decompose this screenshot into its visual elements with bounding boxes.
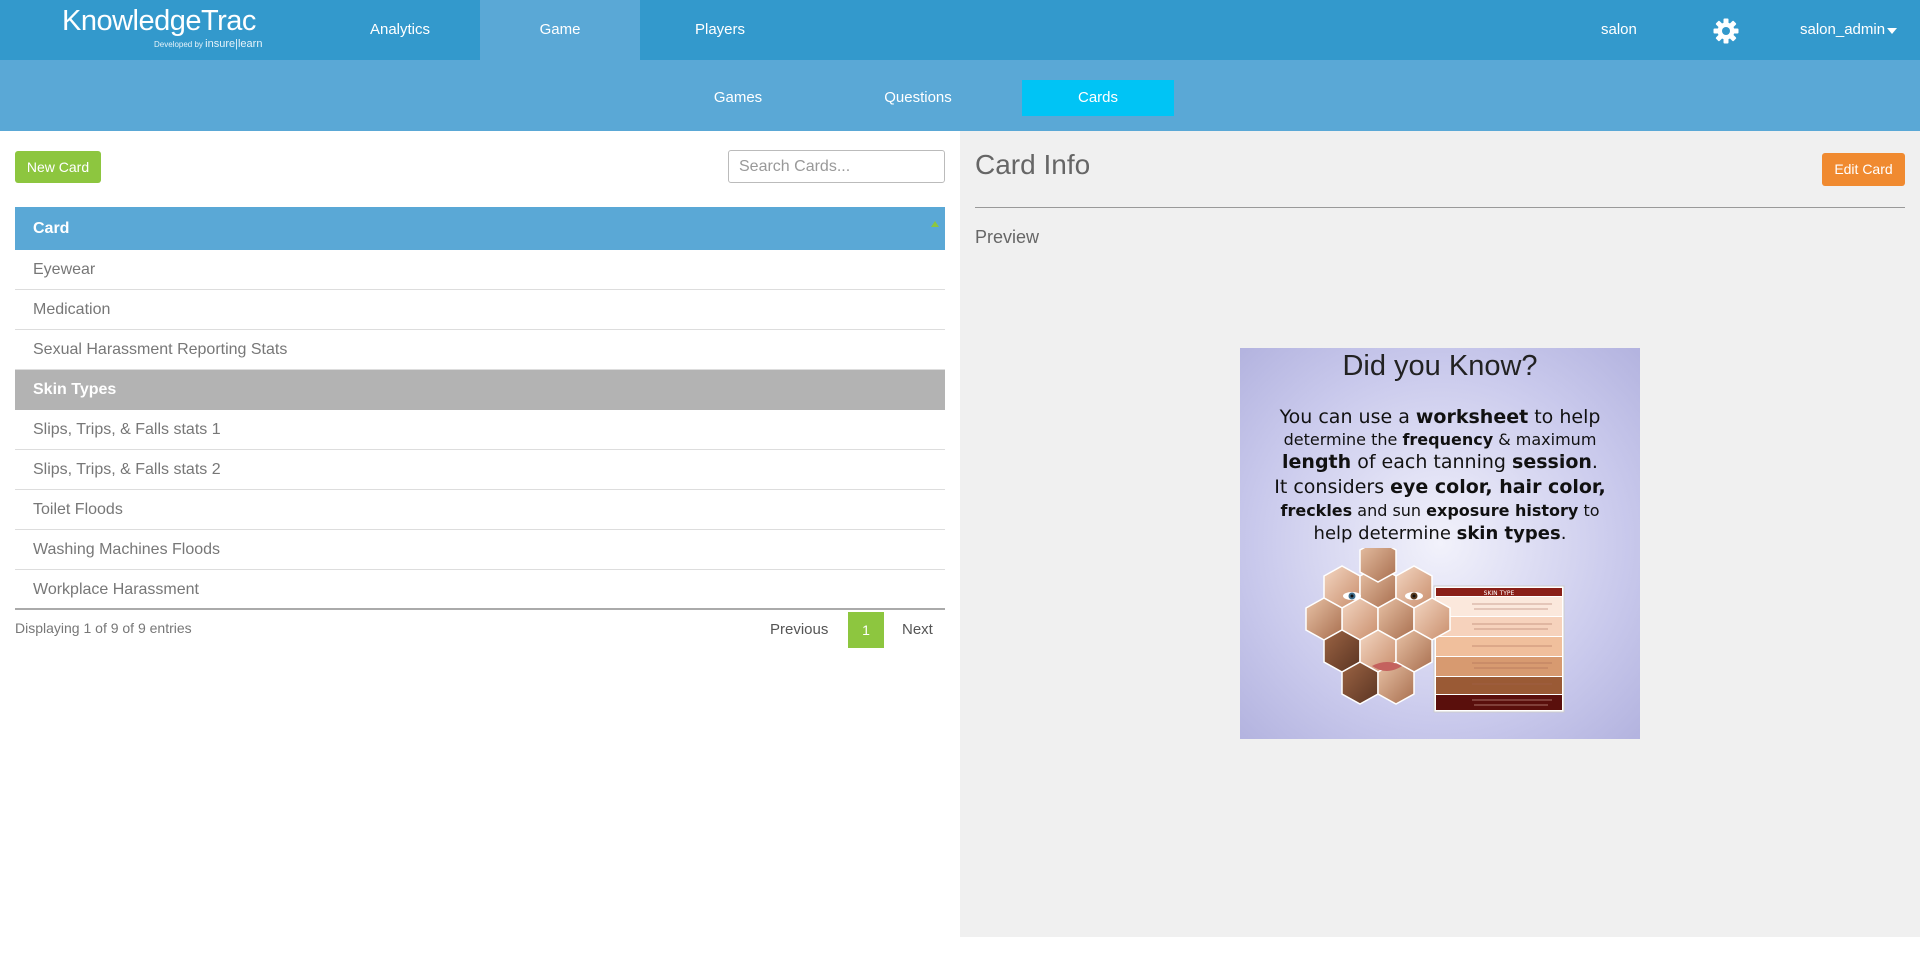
- sub-nav-bar: Games Questions Cards: [0, 60, 1920, 131]
- search-cards-input[interactable]: [728, 150, 945, 183]
- card-text-line: help determine skin types.: [1248, 522, 1632, 546]
- table-info: Displaying 1 of 9 of 9 entries: [15, 620, 192, 636]
- table-row[interactable]: Sexual Harassment Reporting Stats: [15, 330, 945, 370]
- card-text-segment: It considers: [1274, 476, 1391, 498]
- chevron-down-icon[interactable]: [1887, 28, 1897, 34]
- nav-tab-game[interactable]: Game: [480, 0, 640, 60]
- skin-type-illustration: SKIN TYPE: [1302, 539, 1582, 728]
- card-text-segment: eye color, hair color,: [1390, 476, 1606, 498]
- table-row[interactable]: Slips, Trips, & Falls stats 1: [15, 410, 945, 450]
- table-body: Eyewear Medication Sexual Harassment Repor…: [15, 250, 945, 610]
- card-text-segment: session: [1512, 451, 1592, 473]
- card-text-segment: and sun: [1352, 501, 1427, 520]
- card-text-segment: determine the: [1283, 430, 1403, 449]
- card-text-segment: & maximum: [1493, 430, 1597, 449]
- logo-subtitle: Developed by insure|learn: [154, 38, 262, 51]
- logo-sub-brand: insure|learn: [205, 38, 263, 50]
- card-text-line: determine the frequency & maximum: [1248, 430, 1632, 450]
- card-text-segment: help determine: [1313, 523, 1457, 544]
- card-text-segment: .: [1591, 451, 1598, 473]
- preview-label: Preview: [975, 227, 1040, 247]
- table-row[interactable]: Skin Types: [15, 370, 945, 410]
- card-text-segment: freckles: [1280, 501, 1353, 520]
- card-text-segment: frequency: [1402, 430, 1494, 449]
- card-text-line: It considers eye color, hair color,: [1248, 475, 1632, 499]
- table-row[interactable]: Medication: [15, 290, 945, 330]
- subnav-tab-games[interactable]: Games: [662, 80, 814, 116]
- gear-icon[interactable]: [1713, 18, 1739, 44]
- card-image-text: You can use a worksheet to help determine…: [1248, 404, 1632, 546]
- card-text-line: You can use a worksheet to help: [1248, 404, 1632, 430]
- card-text-segment: to: [1578, 501, 1600, 520]
- table-row[interactable]: Eyewear: [15, 250, 945, 290]
- logo-text: KnowledgeTrac: [62, 5, 256, 37]
- card-info-title: Card Info: [975, 149, 1091, 180]
- subnav-tab-questions[interactable]: Questions: [842, 80, 994, 116]
- card-text-segment: to help: [1528, 406, 1601, 428]
- nav-tab-analytics[interactable]: Analytics: [320, 0, 480, 60]
- card-text-line: length of each tanning session.: [1248, 450, 1632, 475]
- sort-up-icon[interactable]: [931, 221, 939, 227]
- table-row[interactable]: Washing Machines Floods: [15, 530, 945, 570]
- table-row[interactable]: Toilet Floods: [15, 490, 945, 530]
- card-text-line: freckles and sun exposure history to: [1248, 499, 1632, 522]
- table-row[interactable]: Workplace Harassment: [15, 570, 945, 610]
- subnav-tab-cards[interactable]: Cards: [1022, 80, 1174, 116]
- divider: [975, 207, 1905, 208]
- card-text-segment: worksheet: [1415, 406, 1529, 428]
- column-header-label: Card: [33, 220, 70, 237]
- card-text-segment: exposure history: [1426, 501, 1579, 520]
- card-text-segment: of each tanning: [1351, 451, 1513, 473]
- chart-heading: SKIN TYPE: [1484, 590, 1515, 597]
- pagination-page-1[interactable]: 1: [848, 612, 884, 648]
- card-info-panel: Card Info Edit Card Preview Did you Know…: [960, 131, 1920, 937]
- user-menu[interactable]: salon_admin: [1800, 0, 1885, 60]
- cards-table: Card Eyewear Medication Sexual Harassment …: [15, 207, 945, 610]
- card-preview-image: Did you Know? You can use a worksheet to…: [1240, 348, 1640, 739]
- card-text-segment: skin types: [1456, 523, 1561, 544]
- card-text-segment: .: [1560, 523, 1567, 544]
- pagination-next[interactable]: Next: [902, 612, 933, 648]
- org-name[interactable]: salon: [1601, 0, 1637, 60]
- card-image-title: Did you Know?: [1342, 350, 1538, 382]
- nav-tab-players[interactable]: Players: [640, 0, 800, 60]
- edit-card-button[interactable]: Edit Card: [1822, 153, 1905, 186]
- card-text-segment: length: [1282, 451, 1352, 473]
- table-row[interactable]: Slips, Trips, & Falls stats 2: [15, 450, 945, 490]
- pagination-previous[interactable]: Previous: [770, 612, 828, 648]
- new-card-button[interactable]: New Card: [15, 151, 101, 183]
- logo-sub-prefix: Developed by: [154, 40, 203, 49]
- top-nav-bar: KnowledgeTrac Developed by insure|learn …: [0, 0, 1920, 60]
- column-header-card[interactable]: Card: [15, 207, 945, 250]
- logo[interactable]: KnowledgeTrac Developed by insure|learn: [62, 4, 262, 56]
- card-text-segment: You can use a: [1279, 406, 1416, 428]
